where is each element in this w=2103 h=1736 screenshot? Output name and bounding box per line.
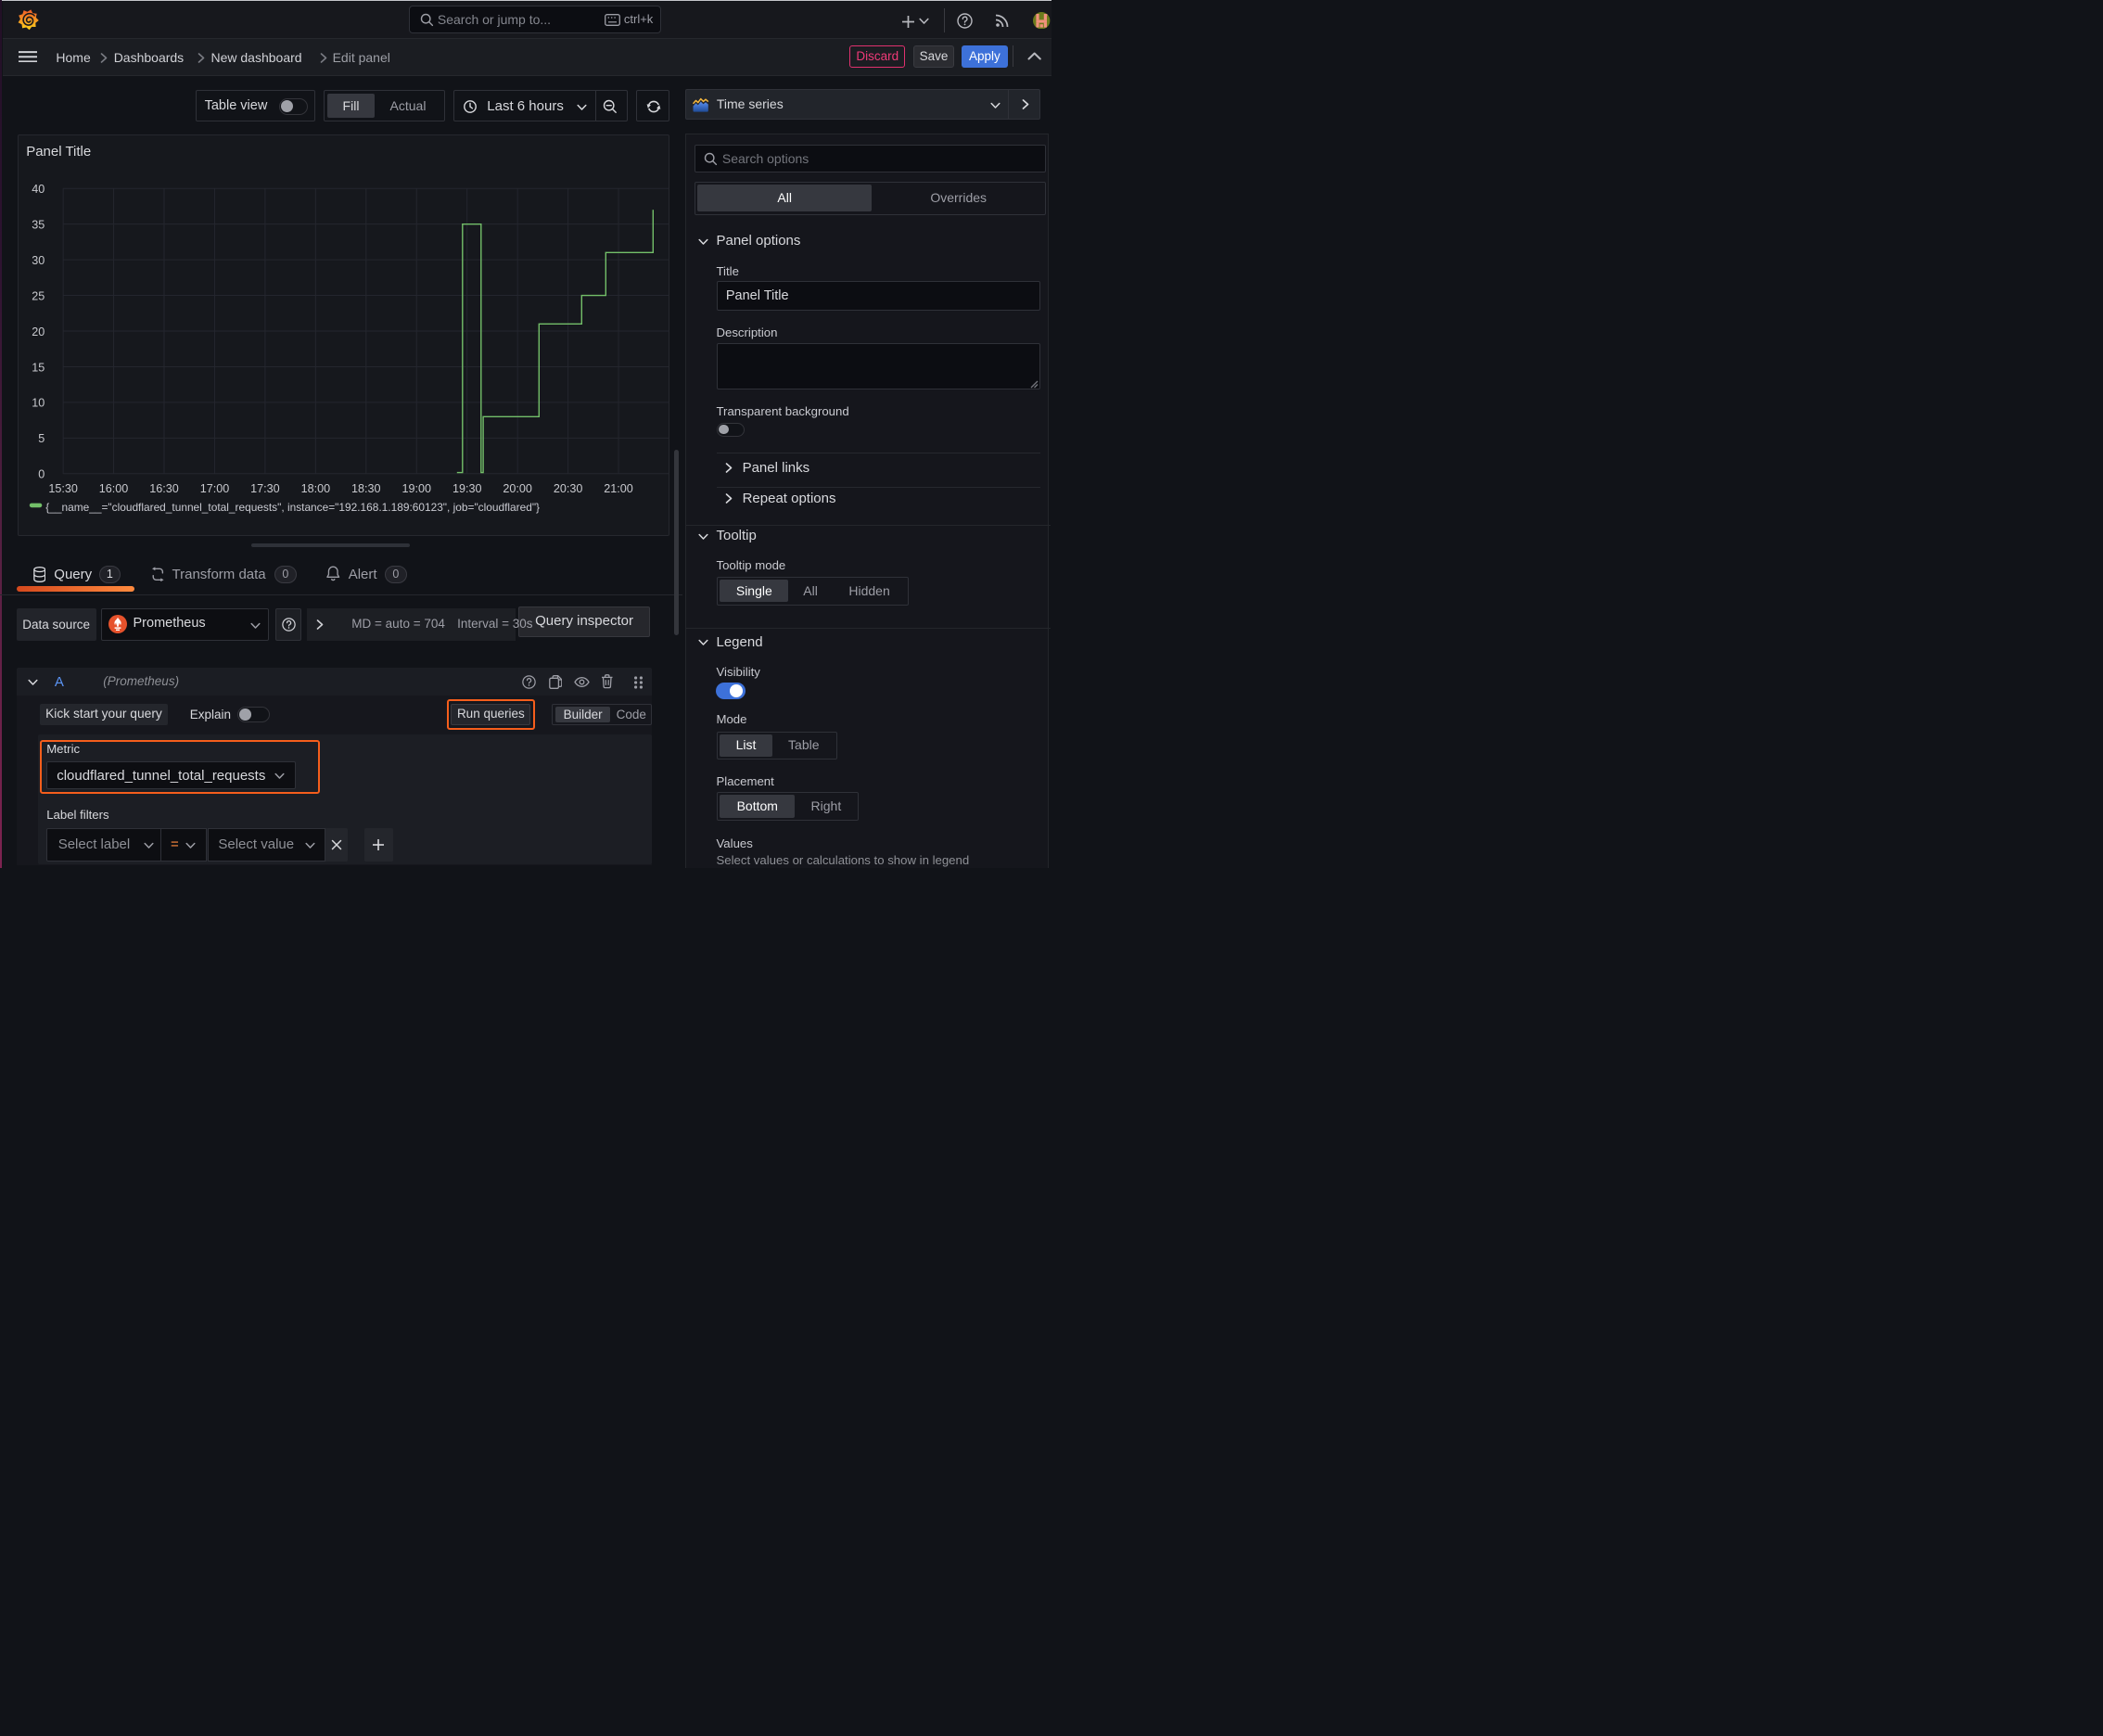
svg-text:40: 40: [32, 183, 45, 196]
svg-text:{__name__="cloudflared_tunnel_: {__name__="cloudflared_tunnel_total_requ…: [45, 501, 540, 514]
svg-text:21:00: 21:00: [604, 482, 633, 495]
svg-text:17:30: 17:30: [250, 482, 280, 495]
svg-text:25: 25: [32, 289, 45, 302]
svg-text:17:00: 17:00: [199, 482, 229, 495]
svg-text:35: 35: [32, 218, 45, 231]
svg-text:18:30: 18:30: [351, 482, 381, 495]
svg-text:10: 10: [32, 397, 45, 410]
svg-text:20: 20: [32, 326, 45, 338]
svg-text:16:00: 16:00: [98, 482, 128, 495]
svg-text:20:00: 20:00: [503, 482, 532, 495]
svg-text:15: 15: [32, 361, 45, 374]
svg-text:19:00: 19:00: [401, 482, 431, 495]
svg-text:19:30: 19:30: [452, 482, 482, 495]
svg-text:18:00: 18:00: [300, 482, 330, 495]
svg-text:0: 0: [38, 467, 45, 480]
svg-text:20:30: 20:30: [554, 482, 583, 495]
svg-text:15:30: 15:30: [48, 482, 78, 495]
svg-text:16:30: 16:30: [149, 482, 179, 495]
svg-text:30: 30: [32, 254, 45, 267]
svg-text:5: 5: [38, 432, 45, 445]
